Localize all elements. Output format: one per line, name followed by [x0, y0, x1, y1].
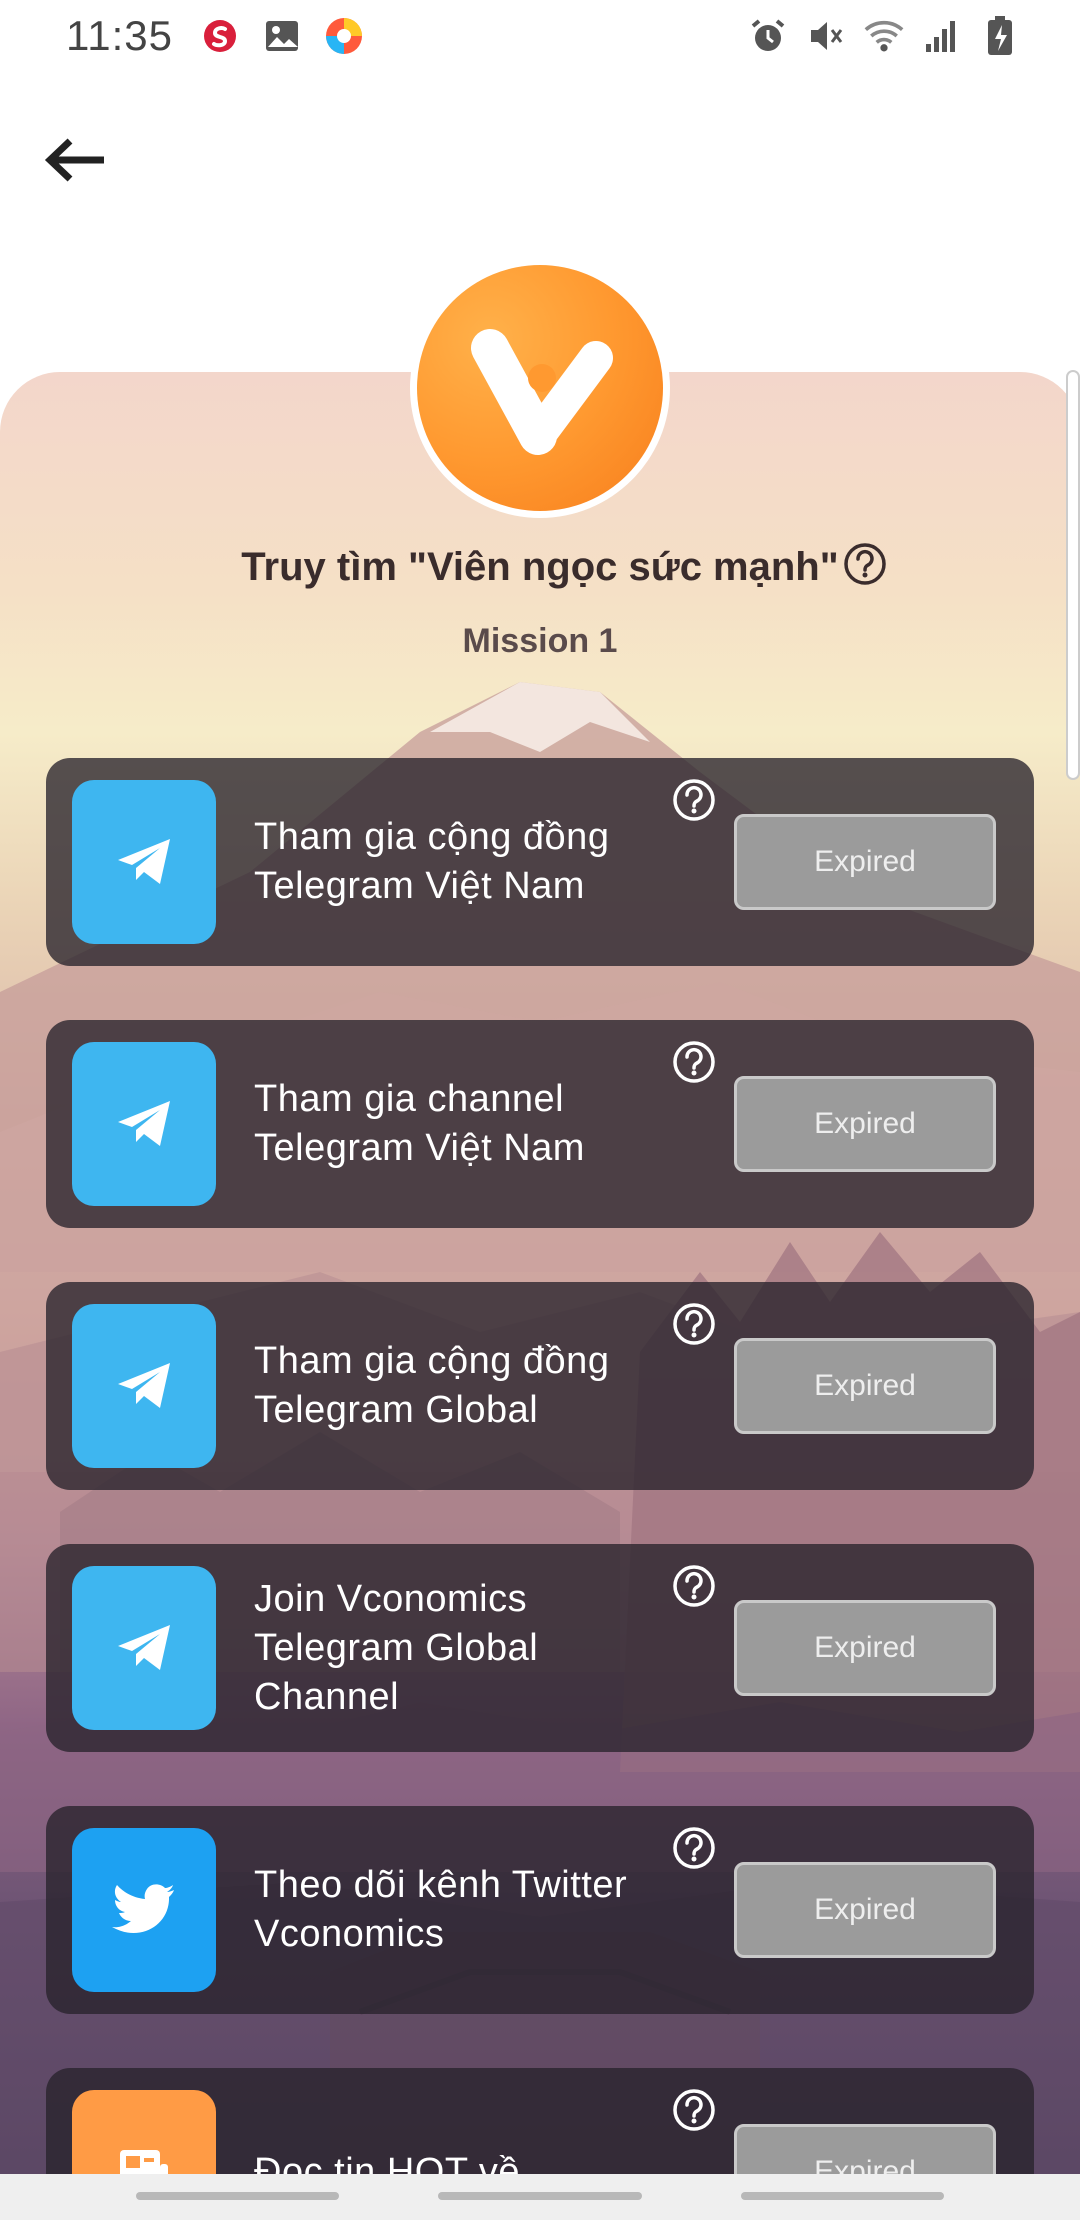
nav-home-handle[interactable]: [438, 2192, 642, 2200]
task-card: Tham gia channel Telegram Việt Nam Expir…: [46, 1020, 1034, 1228]
help-icon[interactable]: [672, 2088, 716, 2132]
expired-button[interactable]: Expired: [734, 1600, 996, 1696]
nav-recents-handle[interactable]: [136, 2192, 339, 2200]
expired-button[interactable]: Expired: [734, 1862, 996, 1958]
help-icon[interactable]: [672, 1564, 716, 1608]
twitter-icon: [72, 1828, 216, 1992]
nav-back-handle[interactable]: [741, 2192, 944, 2200]
battery-charging-icon: [980, 16, 1020, 56]
gallery-icon: [262, 16, 302, 56]
telegram-icon: [72, 780, 216, 944]
task-card: Theo dõi kênh Twitter Vconomics Expired: [46, 1806, 1034, 2014]
expired-button[interactable]: Expired: [734, 1076, 996, 1172]
mission-label: Mission 1: [462, 622, 618, 660]
campaign-logo: [410, 258, 670, 518]
task-list: Tham gia cộng đồng Telegram Việt Nam Exp…: [46, 758, 1034, 2220]
help-icon[interactable]: [672, 778, 716, 822]
telegram-icon: [72, 1304, 216, 1468]
help-icon[interactable]: [672, 1040, 716, 1084]
task-label: Tham gia channel Telegram Việt Nam: [254, 1078, 585, 1169]
v-logo-icon: [417, 265, 663, 511]
expired-button[interactable]: Expired: [734, 1338, 996, 1434]
task-card: Join Vconomics Telegram Global Channel E…: [46, 1544, 1034, 1752]
status-bar: 11:35: [0, 0, 1080, 76]
task-label: Join Vconomics Telegram Global Channel: [254, 1577, 539, 1718]
signal-icon: [922, 16, 962, 56]
telegram-icon: [72, 1566, 216, 1730]
status-time: 11:35: [66, 12, 173, 59]
back-button[interactable]: [36, 125, 116, 195]
help-icon[interactable]: [672, 1302, 716, 1346]
campaign-title: Truy tìm "Viên ngọc sức mạnh": [241, 545, 839, 589]
telegram-icon: [72, 1042, 216, 1206]
help-icon[interactable]: [843, 542, 887, 586]
wifi-icon: [864, 16, 904, 56]
expired-button[interactable]: Expired: [734, 814, 996, 910]
task-label: Tham gia cộng đồng Telegram Việt Nam: [254, 816, 610, 907]
task-label: Tham gia cộng đồng Telegram Global: [254, 1340, 610, 1431]
task-label: Theo dõi kênh Twitter Vconomics: [254, 1864, 628, 1955]
help-icon[interactable]: [672, 1826, 716, 1870]
task-card: Tham gia cộng đồng Telegram Việt Nam Exp…: [46, 758, 1034, 966]
browser-icon: [324, 16, 364, 56]
mute-icon: [806, 16, 846, 56]
sendo-icon: [200, 16, 240, 56]
alarm-icon: [748, 16, 788, 56]
arrow-left-icon: [44, 138, 104, 182]
task-card: Tham gia cộng đồng Telegram Global Expir…: [46, 1282, 1034, 1490]
